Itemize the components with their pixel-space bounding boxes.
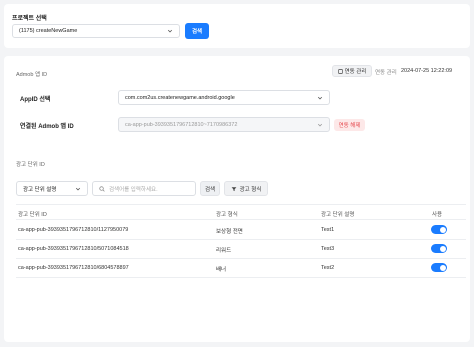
project-card: 프로젝트 선택 (1175) createNewGame 검색 <box>4 4 470 48</box>
appid-select-value: com.com2us.createnewgame.android.google <box>125 94 235 101</box>
ad-format-label: 광고 형식 <box>239 186 262 193</box>
table-row-desc: Test3 <box>321 246 335 252</box>
enable-toggle[interactable] <box>431 244 447 253</box>
column-header-id: 광고 단위 ID <box>18 212 47 218</box>
linked-admob-field: ca-app-pub-3939351796712810~7170986372 <box>118 117 330 132</box>
link-time-value: 2024-07-25 12:22:09 <box>401 68 453 74</box>
linked-admob-label: 연결된 Admob 앱 ID <box>20 124 74 130</box>
table-row-desc: Test2 <box>321 265 335 271</box>
table-row-desc: Test1 <box>321 227 335 233</box>
adunit-filter-select[interactable]: 광고 단위 설명 <box>16 181 88 196</box>
appid-select[interactable]: com.com2us.createnewgame.android.google <box>118 90 330 105</box>
chevron-down-icon <box>167 29 173 33</box>
appid-label: AppID 선택 <box>20 97 51 103</box>
main-card: Admob 앱 ID 연동 관리 연동 관리 2024-07-25 12:22:… <box>4 56 470 342</box>
chevron-down-icon <box>75 187 81 190</box>
project-select-value: (1175) createNewGame <box>19 28 78 34</box>
link-time-label: 연동 관리 <box>375 70 397 76</box>
column-header-format: 광고 형식 <box>216 212 238 218</box>
link-icon <box>337 68 343 74</box>
table-row-id: ca-app-pub-3939351796712810/1127950079 <box>18 227 129 233</box>
row-divider <box>16 258 466 259</box>
adunit-filter-value: 광고 단위 설명 <box>23 186 57 193</box>
chevron-down-icon <box>317 96 323 99</box>
adunit-search-input[interactable]: 검색어를 입력하세요. <box>92 181 196 196</box>
enable-toggle[interactable] <box>431 225 447 234</box>
project-label: 프로젝트 선택 <box>12 16 47 22</box>
table-row-format: 배너 <box>216 267 227 273</box>
search-icon <box>99 185 105 192</box>
ad-format-button[interactable]: 광고 형식 <box>224 181 268 196</box>
linked-admob-value: ca-app-pub-3939351796712810~7170986372 <box>125 121 238 128</box>
table-top-divider <box>16 204 466 205</box>
link-manage-label: 연동 관리 <box>344 69 367 75</box>
filter-icon <box>231 186 237 191</box>
row-divider <box>16 277 466 278</box>
project-select[interactable]: (1175) createNewGame <box>12 24 180 38</box>
chevron-down-icon <box>317 123 323 126</box>
table-header-divider <box>16 219 466 220</box>
row-divider <box>16 239 466 240</box>
table-row-format: 보상형 전면 <box>216 229 243 235</box>
unlink-button[interactable]: 연동 해제 <box>334 119 365 131</box>
adunit-section-label: 광고 단위 ID <box>16 162 45 168</box>
enable-toggle[interactable] <box>431 263 447 272</box>
adunit-search-button[interactable]: 검색 <box>200 181 220 196</box>
admob-section-label: Admob 앱 ID <box>16 72 48 78</box>
table-row-format: 리워드 <box>216 248 232 254</box>
column-header-enabled: 사용 <box>432 212 443 218</box>
project-search-button[interactable]: 검색 <box>185 23 209 39</box>
adunit-search-placeholder: 검색어를 입력하세요. <box>109 186 158 193</box>
table-row-id: ca-app-pub-3939351796712810/5071084518 <box>18 246 129 252</box>
link-manage-button[interactable]: 연동 관리 <box>332 65 372 77</box>
column-header-desc: 광고 단위 설명 <box>321 212 355 218</box>
table-row-id: ca-app-pub-3939351796712810/6804578897 <box>18 265 129 271</box>
